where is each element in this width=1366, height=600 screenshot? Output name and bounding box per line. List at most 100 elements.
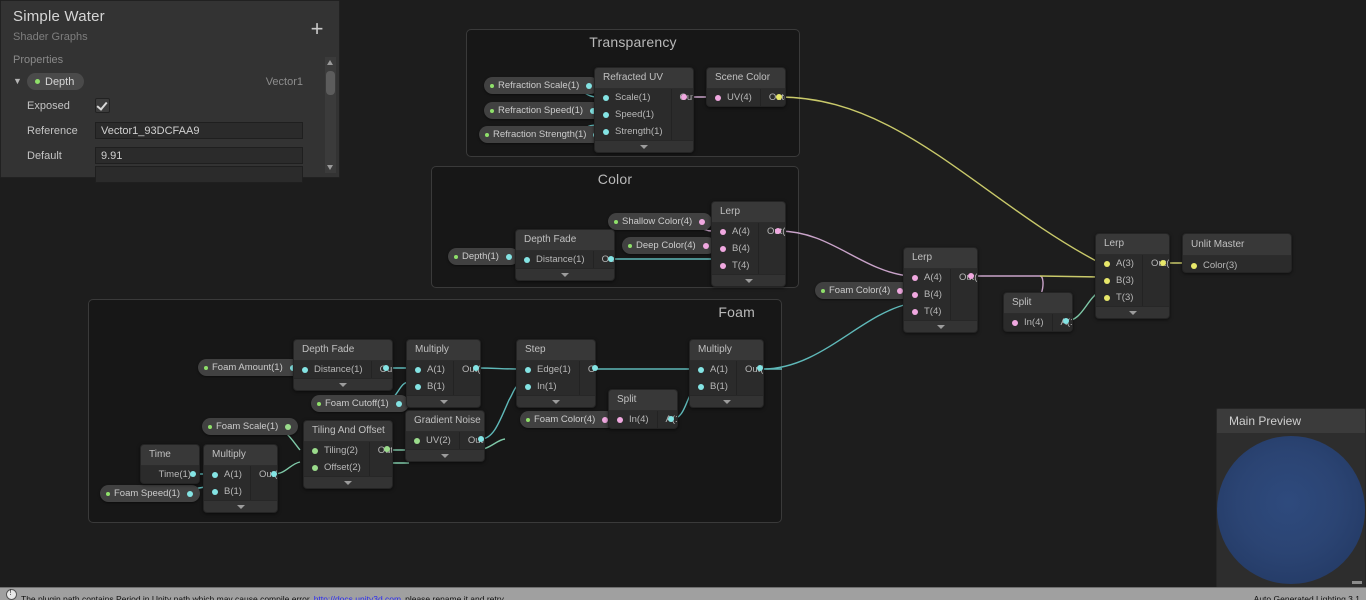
chevron-down-icon[interactable]: ▼	[13, 77, 27, 86]
port-scale[interactable]: Scale(1)	[595, 89, 671, 106]
slot-depth-fade-color-out[interactable]	[608, 256, 614, 262]
property-node-refraction-strength[interactable]: Refraction Strength(1)	[479, 126, 607, 143]
node-split-final[interactable]: Split In(4) A(1)	[1003, 292, 1073, 332]
port-t[interactable]: T(4)	[904, 303, 950, 320]
next-input[interactable]	[95, 165, 303, 183]
slot-split-final-a[interactable]	[1063, 318, 1069, 324]
slot-color[interactable]	[1191, 262, 1197, 269]
port-b[interactable]: B(1)	[690, 378, 736, 395]
port-a[interactable]: A(1)	[690, 361, 736, 378]
port-in[interactable]: In(4)	[1004, 314, 1052, 331]
port-in[interactable]: In(4)	[609, 411, 657, 428]
node-lerp-foam[interactable]: Lerp A(4) B(4) T(4) Out(4)	[903, 247, 978, 333]
slot-lerp-final-out[interactable]	[1160, 260, 1166, 266]
node-lerp-color[interactable]: Lerp A(4) B(4) T(4) Out(4)	[711, 201, 786, 287]
property-node-shallow-color[interactable]: Shallow Color(4)	[608, 213, 713, 230]
node-collapse-toggle[interactable]	[1096, 306, 1169, 318]
port-a[interactable]: A(4)	[904, 269, 950, 286]
slot-lerp-foam-out[interactable]	[968, 273, 974, 279]
node-depth-fade-foam[interactable]: Depth Fade Distance(1) Out(1)	[293, 339, 393, 391]
output-slot-icon[interactable]	[586, 82, 593, 89]
output-slot-icon[interactable]	[187, 490, 194, 497]
property-node-foam-speed[interactable]: Foam Speed(1)	[100, 485, 201, 502]
port-a[interactable]: A(1)	[204, 466, 250, 483]
property-node-foam-scale[interactable]: Foam Scale(1)	[202, 418, 299, 435]
node-lerp-final[interactable]: Lerp A(3) B(3) T(3) Out(3)	[1095, 233, 1170, 319]
blackboard-panel[interactable]: Simple Water Shader Graphs + Properties …	[0, 0, 340, 183]
slot-tiling-offset-out[interactable]	[384, 446, 390, 452]
port-out[interactable]: Out(3)	[761, 89, 785, 106]
reference-input[interactable]: Vector1_93DCFAA9	[95, 122, 303, 139]
node-scene-color[interactable]: Scene Color UV(4) Out(3)	[706, 67, 786, 107]
property-name-pill[interactable]: Depth	[27, 73, 85, 90]
node-collapse-toggle[interactable]	[712, 274, 785, 286]
port-out[interactable]: Out(4)	[951, 269, 977, 286]
node-step[interactable]: Step Edge(1) In(1) Out(1)	[516, 339, 596, 408]
status-bar[interactable]: The plugin path contains Period in Unity…	[0, 587, 1366, 600]
exposed-row[interactable]: Exposed	[13, 93, 327, 118]
output-slot-icon[interactable]	[285, 423, 292, 430]
main-preview-panel[interactable]: Main Preview	[1216, 408, 1366, 588]
port-a[interactable]: A(4)	[712, 223, 758, 240]
node-refracted-uv[interactable]: Refracted UV Scale(1) Speed(1) Strength(…	[594, 67, 694, 153]
property-node-foam-amount[interactable]: Foam Amount(1)	[198, 359, 303, 376]
node-collapse-toggle[interactable]	[204, 500, 277, 512]
node-collapse-toggle[interactable]	[516, 268, 614, 280]
reference-row[interactable]: Reference Vector1_93DCFAA9	[13, 118, 327, 143]
main-preview-body[interactable]	[1217, 433, 1365, 587]
port-b[interactable]: B(1)	[407, 378, 453, 395]
node-tiling-and-offset[interactable]: Tiling And Offset Tiling(2) Offset(2) Ou…	[303, 420, 393, 489]
default-row[interactable]: Default 9.91	[13, 143, 327, 168]
node-depth-fade-color[interactable]: Depth Fade Distance(1) Out(1)	[515, 229, 615, 281]
slot-multiply-foam-1-out[interactable]	[473, 365, 479, 371]
property-node-foam-color-split[interactable]: Foam Color(4)	[520, 411, 616, 428]
output-slot-icon[interactable]	[702, 242, 709, 249]
properties-scrollbar[interactable]	[325, 57, 336, 173]
property-node-deep-color[interactable]: Deep Color(4)	[622, 237, 716, 254]
node-multiply-time[interactable]: Multiply A(1) B(1) Out(1)	[203, 444, 278, 513]
slot-multiply-foam-2-out[interactable]	[757, 365, 763, 371]
node-collapse-toggle[interactable]	[595, 140, 693, 152]
output-slot-icon[interactable]	[505, 253, 512, 260]
port-b[interactable]: B(1)	[204, 483, 250, 500]
node-split-foam[interactable]: Split In(4) A(1)	[608, 389, 678, 429]
node-collapse-toggle[interactable]	[517, 395, 595, 407]
slot-step-out[interactable]	[592, 365, 598, 371]
port-in[interactable]: In(1)	[517, 378, 579, 395]
slot-split-foam-a[interactable]	[668, 416, 674, 422]
node-unlit-master[interactable]: Unlit Master Color(3)	[1182, 233, 1292, 273]
port-out[interactable]: Out(4)	[759, 223, 785, 240]
port-b[interactable]: B(3)	[1096, 272, 1142, 289]
property-node-refraction-speed[interactable]: Refraction Speed(1)	[484, 102, 604, 119]
scroll-up-arrow-icon[interactable]	[327, 60, 333, 65]
node-collapse-toggle[interactable]	[407, 395, 480, 407]
property-node-foam-cutoff[interactable]: Foam Cutoff(1)	[311, 395, 409, 412]
node-collapse-toggle[interactable]	[304, 476, 392, 488]
slot-refracted-uv-out[interactable]	[681, 94, 687, 100]
port-strength[interactable]: Strength(1)	[595, 123, 671, 140]
slot-time-out[interactable]	[190, 471, 196, 477]
node-time[interactable]: Time Time(1)	[140, 444, 200, 484]
port-a[interactable]: A(3)	[1096, 255, 1142, 272]
status-message-link[interactable]: http://docs.unity3d.com	[314, 593, 401, 600]
port-uv[interactable]: UV(2)	[406, 432, 459, 449]
port-b[interactable]: B(4)	[904, 286, 950, 303]
port-tiling[interactable]: Tiling(2)	[304, 442, 369, 459]
add-property-button[interactable]: +	[307, 18, 327, 40]
node-gradient-noise[interactable]: Gradient Noise UV(2) Out(1)	[405, 410, 485, 462]
node-collapse-toggle[interactable]	[904, 320, 977, 332]
output-slot-icon[interactable]	[699, 218, 706, 225]
property-node-foam-color-main[interactable]: Foam Color(4)	[815, 282, 911, 299]
port-t[interactable]: T(4)	[712, 257, 758, 274]
property-row-depth[interactable]: ▼ Depth Vector1	[13, 70, 327, 93]
port-b[interactable]: B(4)	[712, 240, 758, 257]
port-distance[interactable]: Distance(1)	[516, 251, 593, 268]
port-a[interactable]: A(1)	[407, 361, 453, 378]
shader-graph-canvas[interactable]: Transparency Color Foam Refraction Scale…	[0, 0, 1366, 600]
property-node-refraction-scale[interactable]: Refraction Scale(1)	[484, 77, 600, 94]
property-node-depth[interactable]: Depth(1)	[448, 248, 519, 265]
slot-lerp-color-out[interactable]	[775, 228, 781, 234]
node-collapse-toggle[interactable]	[294, 378, 392, 390]
port-out[interactable]: Out(1)	[372, 361, 392, 378]
port-uv[interactable]: UV(4)	[707, 89, 760, 106]
